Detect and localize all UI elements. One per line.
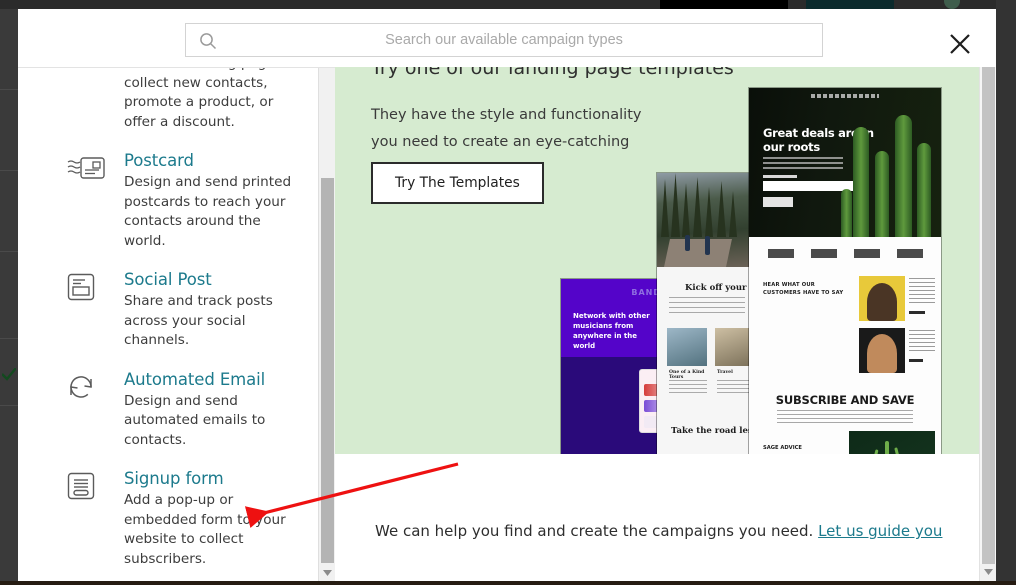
sidebar-scroll-down-arrow[interactable] xyxy=(319,565,335,581)
campaign-item-description: Design and send printed postcards to rea… xyxy=(124,174,292,249)
forest-paragraph xyxy=(669,297,745,313)
cactus-testimonial-quote xyxy=(909,278,935,304)
campaign-item-social-post[interactable]: Social Post Share and track posts across… xyxy=(18,260,318,360)
band-hero: BAND Network with other musicians from a… xyxy=(561,279,669,357)
cactus-logo xyxy=(811,94,879,98)
content-scrollbar[interactable] xyxy=(979,67,996,581)
forest-hiker xyxy=(685,235,690,251)
backdrop-left-row xyxy=(0,9,18,89)
content-scroll-down-arrow[interactable] xyxy=(980,564,996,581)
campaign-item-title: Automated Email xyxy=(124,369,266,389)
cactus-subscribe-button xyxy=(763,197,793,207)
cactus-testimonial-name xyxy=(909,359,923,362)
guidance-message: We can help you find and create the camp… xyxy=(375,522,814,540)
forest-headline: Kick off your xyxy=(685,283,747,293)
brand-logo xyxy=(896,248,923,258)
campaign-item-automated-email[interactable]: Automated Email Design and send automate… xyxy=(18,360,318,460)
campaign-type-list: Landing Page Create a landing page to co… xyxy=(18,67,335,581)
backdrop-left-row xyxy=(0,90,18,170)
cactus-subscribe-title: SUBSCRIBE AND SAVE xyxy=(775,393,915,407)
sidebar-scrollbar[interactable] xyxy=(318,68,335,581)
backdrop-left-row xyxy=(0,406,18,585)
promo-heading: Try one of our landing page templates xyxy=(371,67,734,79)
brand-logo xyxy=(810,248,837,258)
backdrop-left-row xyxy=(0,171,18,251)
cactus-hero: Great deals are in our roots xyxy=(749,88,941,237)
postcard-icon xyxy=(66,153,106,185)
search-input[interactable] xyxy=(186,24,822,56)
campaign-item-title: Social Post xyxy=(124,270,212,289)
close-button[interactable] xyxy=(946,30,974,58)
campaign-item-description: Share and track posts across your social… xyxy=(124,293,273,348)
campaign-type-modal: Landing Page Create a landing page to co… xyxy=(18,9,996,581)
guidance-footer: We can help you find and create the camp… xyxy=(335,454,979,581)
campaign-item-landing-page[interactable]: Landing Page Create a landing page to co… xyxy=(18,68,318,141)
cactus-testimonial-photo xyxy=(859,276,905,321)
signup-form-icon xyxy=(66,471,106,503)
social-post-icon xyxy=(66,272,106,304)
screen: Landing Page Create a landing page to co… xyxy=(0,0,1016,585)
template-thumbnail-band[interactable]: BAND Network with other musicians from a… xyxy=(561,279,669,454)
forest-card-image xyxy=(715,328,753,366)
let-us-guide-you-link[interactable]: Let us guide you xyxy=(818,522,942,540)
automated-email-icon xyxy=(66,372,106,404)
checkmark-icon xyxy=(2,368,16,382)
cactus-testimonial-name xyxy=(909,311,925,314)
backdrop-left-row xyxy=(0,252,18,338)
forest-card-two-title: Travel xyxy=(717,370,733,375)
sidebar-scrollbar-thumb[interactable] xyxy=(321,178,334,563)
template-thumbnail-cactus[interactable]: Great deals are in our roots HEAR WHAT O… xyxy=(749,88,941,454)
campaign-item-title: Postcard xyxy=(124,151,194,170)
cactus-testimonials-title: HEAR WHAT OUR CUSTOMERS HAVE TO SAY xyxy=(763,282,844,296)
forest-card-image xyxy=(667,328,707,366)
try-the-templates-button[interactable]: Try The Templates xyxy=(371,162,544,204)
brand-logo xyxy=(767,248,794,258)
cactus-field-label xyxy=(763,175,797,178)
cactus-testimonial-photo xyxy=(859,328,905,373)
cactus-plant-photo xyxy=(849,431,935,454)
backdrop-topbar-dark-block xyxy=(660,0,788,9)
backdrop-right xyxy=(996,0,1016,585)
cactus-subscribe-text xyxy=(777,410,913,424)
campaign-item-postcard[interactable]: Postcard Design and send printed postcar… xyxy=(18,141,318,260)
campaign-item-description: Create a landing page to collect new con… xyxy=(124,68,293,130)
forest-bottom-title: Take the road less xyxy=(671,426,753,436)
content-scrollbar-thumb[interactable] xyxy=(982,67,995,564)
guidance-text: We can help you find and create the camp… xyxy=(375,522,942,540)
close-icon xyxy=(948,32,972,56)
band-headline: Network with other musicians from anywhe… xyxy=(573,312,650,350)
forest-trail xyxy=(664,239,732,267)
brand-logo xyxy=(853,248,880,258)
modal-body: Landing Page Create a landing page to co… xyxy=(18,67,996,581)
forest-card-text xyxy=(717,380,751,394)
template-thumbnail-forest[interactable]: Kick off your One of a Kind Tours Travel… xyxy=(657,173,753,454)
search-box[interactable] xyxy=(185,23,823,57)
campaign-item-description: Design and send automated emails to cont… xyxy=(124,392,266,448)
promo-banner: Try one of our landing page templates Th… xyxy=(335,67,979,454)
cactus-sage-title: SAGE ADVICE xyxy=(763,445,802,451)
forest-hiker xyxy=(705,236,710,255)
search-icon xyxy=(199,32,217,50)
cactus-testimonial-quote xyxy=(909,330,935,352)
backdrop-bottom xyxy=(0,581,1016,585)
forest-photo xyxy=(657,173,753,267)
forest-card-one-title: One of a Kind Tours xyxy=(669,370,705,380)
modal-header xyxy=(18,9,996,67)
cactus-subtext xyxy=(763,157,843,169)
cactus-brand-row xyxy=(759,246,931,260)
campaign-detail-panel: Try one of our landing page templates Th… xyxy=(335,67,996,581)
backdrop-topbar-teal-block xyxy=(806,0,894,9)
campaign-item-title: Signup form xyxy=(124,469,224,488)
campaign-item-signup-form[interactable]: Signup form Add a pop-up or embedded for… xyxy=(18,459,318,578)
campaign-item-description: Add a pop-up or embedded form to your we… xyxy=(124,492,286,567)
forest-card-text xyxy=(669,380,707,394)
